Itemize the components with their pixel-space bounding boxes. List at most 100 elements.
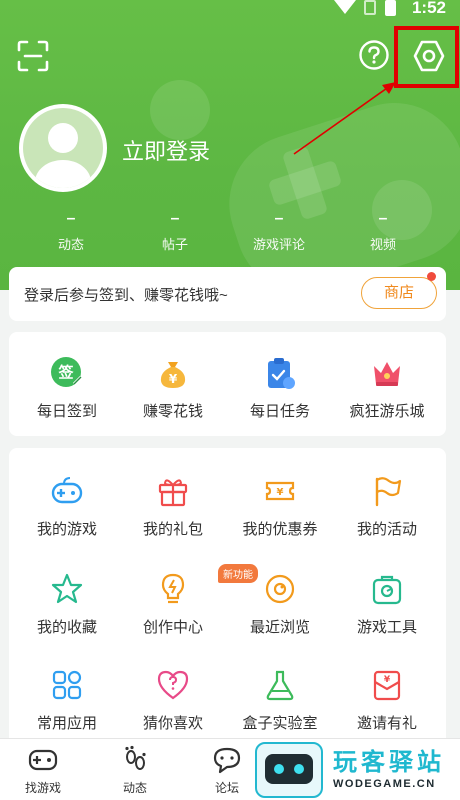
recent-views-button[interactable]: 最近浏览 [230,572,330,637]
stat-value: – [66,210,76,227]
scan-button[interactable] [16,39,50,73]
guess-you-like-button[interactable]: 猜你喜欢 [123,668,223,733]
footprint-icon [119,745,151,775]
signin-banner[interactable]: 登录后参与签到、赚零花钱哦~ 商店 [9,267,446,321]
nav-moments[interactable]: 动态 [100,745,170,796]
stat-value: – [170,210,180,227]
sim-icon [364,0,376,15]
stat-posts[interactable]: – 帖子 [145,210,205,253]
nav-label: 论坛 [214,781,239,795]
invite-gift-button[interactable]: ¥ 邀请有礼 [337,668,437,733]
stat-value: – [378,210,388,227]
grid-label: 创作中心 [142,619,203,636]
daily-checkin-icon: 签 [50,356,84,390]
status-time: 1:52 [411,0,446,17]
daily-task-icon [263,356,297,390]
grid-label: 我的游戏 [36,521,97,538]
stat-game-reviews[interactable]: – 游戏评论 [239,210,319,253]
site-watermark: 玩客驿站 WODEGAME.CN [255,742,460,800]
scan-icon [17,40,49,72]
watermark-title: 玩客驿站 [333,749,445,776]
grid-label: 我的活动 [356,521,417,538]
avatar[interactable] [19,104,107,192]
common-apps-button[interactable]: 常用应用 [17,668,117,733]
signin-banner-text: 登录后参与签到、赚零花钱哦~ [24,287,228,304]
grid-label: 赚零花钱 [142,403,203,420]
status-bar: 1:52 [320,0,460,18]
grid-label: 每日签到 [36,403,97,420]
svg-text:¥: ¥ [277,487,284,498]
help-button[interactable] [358,39,390,71]
my-coupons-button[interactable]: ¥ 我的优惠券 [230,474,330,539]
stat-value: – [274,210,284,227]
grid-label: 最近浏览 [249,619,310,636]
profile-stats: – 动态 – 帖子 – 游戏评论 – 视频 [0,210,460,254]
wifi-icon [334,0,356,14]
shop-button[interactable]: 商店 [361,277,437,309]
eye-icon [263,572,297,606]
robot-face [265,754,313,784]
forum-chat-icon [211,745,243,775]
grid-label: 猜你喜欢 [142,715,203,732]
robot-logo-icon [255,742,323,798]
notification-dot [427,272,436,281]
coupon-icon: ¥ [263,474,297,508]
grid-label: 我的礼包 [142,521,203,538]
find-game-icon [27,745,59,775]
grid-label: 我的优惠券 [242,521,318,538]
star-icon [50,572,84,606]
box-lab-button[interactable]: 盒子实验室 [230,668,330,733]
daily-checkin-button[interactable]: 签 每日签到 [17,356,117,421]
grid-label: 疯狂游乐城 [349,403,425,420]
my-favorites-button[interactable]: 我的收藏 [17,572,117,637]
stat-videos[interactable]: – 视频 [353,210,413,253]
watermark-subtitle: WODEGAME.CN [333,778,436,790]
grid-label: 游戏工具 [356,619,417,636]
annotation-arrow [293,82,396,155]
stat-moments[interactable]: – 动态 [41,210,101,253]
crown-icon [370,356,404,390]
my-games-button[interactable]: 我的游戏 [17,474,117,539]
profile-header: 1:52 立即登录 – 动态 – 帖子 – 游戏评论 – 视频 [0,0,460,290]
flask-icon [263,668,297,702]
battery-icon [385,0,396,16]
earn-money-button[interactable]: ¥ 赚零花钱 [123,356,223,421]
svg-text:¥: ¥ [384,675,391,685]
apps-icon [50,668,84,702]
bulb-icon: 新功能 [156,564,258,606]
grid-label: 我的收藏 [36,619,97,636]
gamepad-icon [50,474,84,508]
gift-icon [156,474,190,508]
svg-text:¥: ¥ [169,372,178,386]
creation-center-button[interactable]: 新功能 创作中心 [123,564,258,637]
quick-actions-card: 签 每日签到 ¥ 赚零花钱 每日任务 疯狂游乐城 [9,332,446,436]
my-gifts-button[interactable]: 我的礼包 [123,474,223,539]
features-card: 我的游戏 我的礼包 ¥ 我的优惠券 我的活动 我的收藏 新功能 创作中心 最近浏… [9,448,446,748]
nav-find-game[interactable]: 找游戏 [8,745,78,796]
toolbox-icon [370,572,404,606]
robot-eye [274,764,284,774]
heart-question-icon [156,668,190,702]
game-tools-button[interactable]: 游戏工具 [337,572,437,637]
nav-forum[interactable]: 论坛 [192,745,262,796]
robot-eye [294,764,304,774]
stat-label: 帖子 [161,237,188,252]
help-icon [359,40,389,70]
grid-label: 盒子实验室 [242,715,318,732]
flag-icon [370,474,404,508]
grid-label: 每日任务 [249,403,310,420]
daily-task-button[interactable]: 每日任务 [230,356,330,421]
svg-text:签: 签 [57,364,74,382]
nav-label: 找游戏 [24,781,61,795]
my-activities-button[interactable]: 我的活动 [337,474,437,539]
stat-label: 游戏评论 [252,237,305,252]
grid-label: 邀请有礼 [356,715,417,732]
default-avatar-icon [23,108,103,188]
money-bag-icon: ¥ [156,356,190,390]
stat-label: 视频 [369,237,396,252]
stat-label: 动态 [57,237,84,252]
login-title[interactable]: 立即登录 [122,134,210,166]
crazy-playground-button[interactable]: 疯狂游乐城 [337,356,437,421]
nav-label: 动态 [122,781,147,795]
background-decoration [150,80,210,140]
